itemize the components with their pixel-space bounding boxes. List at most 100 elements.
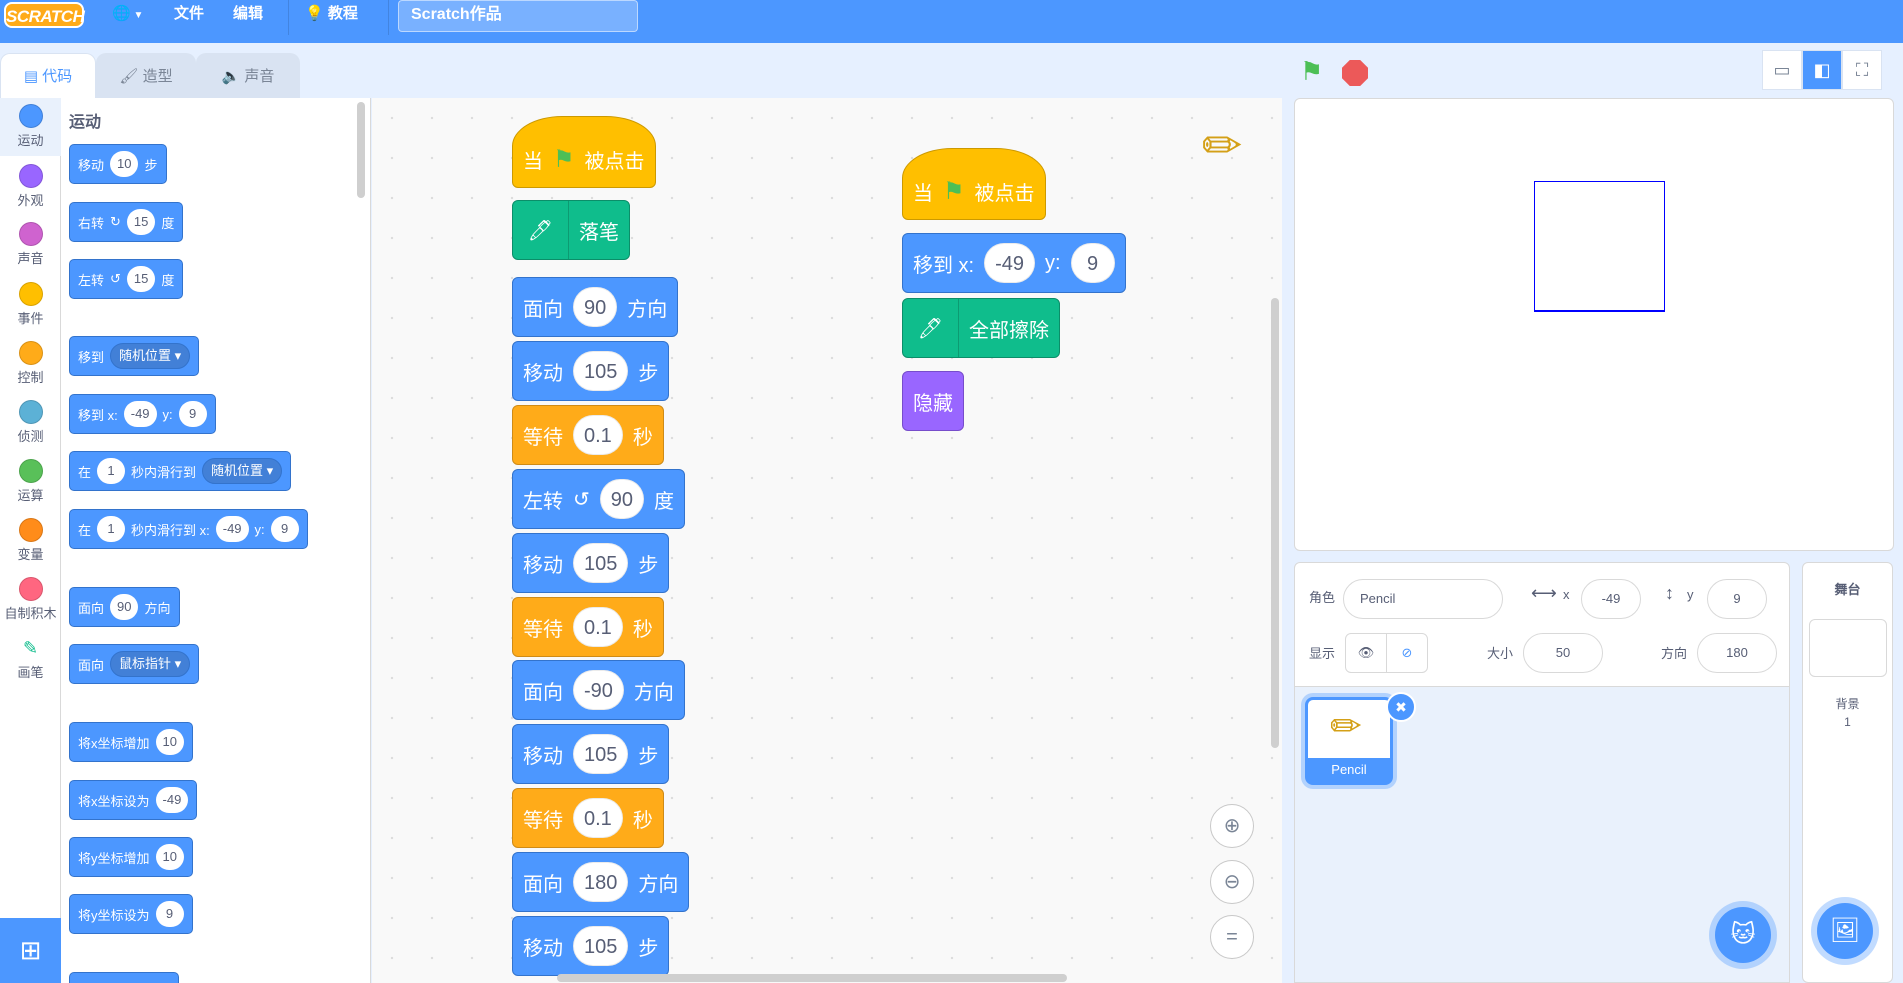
palette-glide-xy-block[interactable]: 在 1 秒内滑行到 x: -49 y: 9 <box>69 509 308 549</box>
when-flag-clicked-block[interactable]: 当 ⚑ 被点击 <box>902 148 1046 220</box>
category-motion[interactable]: 运动 <box>0 98 61 156</box>
fullscreen-button[interactable]: ⛶ <box>1842 50 1882 90</box>
turn-left-block[interactable]: 左转 ↺ 90 度 <box>512 469 686 529</box>
point-direction-block[interactable]: 面向 90 方向 <box>512 277 679 337</box>
direction-input[interactable]: 180 <box>1697 633 1777 673</box>
backdrop-thumbnail[interactable] <box>1809 619 1887 677</box>
palette-set-y-block[interactable]: 将y坐标设为 9 <box>69 894 193 934</box>
category-looks[interactable]: 外观 <box>0 158 61 216</box>
block-input[interactable]: 180 <box>573 862 629 902</box>
block-input[interactable]: 1 <box>97 458 126 484</box>
palette-glide-block[interactable]: 在 1 秒内滑行到 随机位置 ▾ <box>69 451 292 491</box>
palette-scrollbar[interactable] <box>357 102 365 198</box>
palette-change-y-block[interactable]: 将y坐标增加 10 <box>69 837 193 877</box>
stage-canvas[interactable] <box>1294 98 1894 551</box>
block-input[interactable]: 105 <box>573 926 629 966</box>
block-input[interactable]: 10 <box>155 729 184 755</box>
x-position-input[interactable]: -49 <box>1581 579 1641 619</box>
block-input[interactable]: 105 <box>573 351 629 391</box>
language-menu[interactable]: 🌐 ▼ <box>112 0 143 30</box>
wait-block[interactable]: 等待 0.1 秒 <box>512 788 664 848</box>
palette-goto-xy-block[interactable]: 移到 x: -49 y: 9 <box>69 394 216 434</box>
category-sensing[interactable]: 侦测 <box>0 394 61 452</box>
block-input[interactable]: 9 <box>1070 243 1115 283</box>
add-backdrop-button[interactable]: 🖼 <box>1817 903 1873 959</box>
workspace-horizontal-scrollbar[interactable] <box>557 974 1067 982</box>
palette-move-block[interactable]: 移动 10 步 <box>69 144 167 184</box>
edit-menu[interactable]: 编辑 <box>233 0 263 30</box>
green-flag-button[interactable]: ⚑ <box>1300 56 1323 87</box>
block-input[interactable]: -49 <box>984 243 1036 283</box>
scratch-logo[interactable]: SCRATCH <box>4 2 85 28</box>
block-input[interactable]: 0.1 <box>573 415 623 455</box>
block-input[interactable]: 9 <box>270 516 299 542</box>
move-steps-block[interactable]: 移动 105 步 <box>512 533 670 593</box>
block-input[interactable]: 0.1 <box>573 798 623 838</box>
category-events[interactable]: 事件 <box>0 276 61 334</box>
point-direction-block[interactable]: 面向 -90 方向 <box>512 660 685 720</box>
zoom-in-button[interactable]: ⊕ <box>1210 804 1254 848</box>
add-sprite-button[interactable]: 🐱 <box>1715 907 1771 963</box>
block-input[interactable]: 90 <box>110 594 139 620</box>
zoom-reset-button[interactable]: = <box>1210 915 1254 959</box>
category-my-blocks[interactable]: 自制积木 <box>0 571 61 629</box>
hide-sprite-button[interactable]: ⊘ <box>1386 633 1428 673</box>
block-input[interactable]: 10 <box>110 151 139 177</box>
large-stage-button[interactable]: ◧ <box>1802 50 1842 90</box>
block-input[interactable]: -90 <box>573 670 624 710</box>
block-input[interactable]: 90 <box>599 479 645 519</box>
category-variables[interactable]: 变量 <box>0 512 61 570</box>
block-input[interactable]: 9 <box>155 901 184 927</box>
point-direction-block[interactable]: 面向 180 方向 <box>512 852 690 912</box>
sprite-name-input[interactable]: Pencil <box>1343 579 1503 619</box>
block-dropdown[interactable]: 随机位置 ▾ <box>202 458 283 484</box>
block-input[interactable]: -49 <box>155 787 189 813</box>
block-input[interactable]: -49 <box>123 401 157 427</box>
workspace-vertical-scrollbar[interactable] <box>1271 298 1279 748</box>
block-input[interactable]: 9 <box>178 401 207 427</box>
category-pen[interactable]: ✎ 画笔 <box>0 630 61 688</box>
pen-down-block[interactable]: 🖊 落笔 <box>512 200 630 260</box>
file-menu[interactable]: 文件 <box>174 0 204 30</box>
small-stage-button[interactable]: ▭ <box>1762 50 1802 90</box>
move-steps-block[interactable]: 移动 105 步 <box>512 341 670 401</box>
block-input[interactable]: 0.1 <box>573 607 623 647</box>
block-input[interactable]: 15 <box>126 209 156 235</box>
project-title-input[interactable]: Scratch作品 <box>398 0 638 32</box>
wait-block[interactable]: 等待 0.1 秒 <box>512 597 664 657</box>
tab-sounds[interactable]: 🔈 声音 <box>196 53 300 98</box>
tab-code[interactable]: ▤ 代码 <box>0 53 96 98</box>
size-input[interactable]: 50 <box>1523 633 1603 673</box>
move-steps-block[interactable]: 移动 105 步 <box>512 916 670 976</box>
block-input[interactable]: 10 <box>155 844 184 870</box>
palette-turn-right-block[interactable]: 右转 ↻ 15 度 <box>69 202 184 242</box>
block-dropdown[interactable]: 鼠标指针 ▾ <box>110 651 191 677</box>
y-position-input[interactable]: 9 <box>1707 579 1767 619</box>
stage-selector-panel[interactable]: 舞台 背景 1 🖼 <box>1802 562 1893 983</box>
category-sound[interactable]: 声音 <box>0 216 61 274</box>
sprite-thumbnail[interactable]: ✏ Pencil ✖ <box>1305 692 1416 785</box>
category-control[interactable]: 控制 <box>0 335 61 393</box>
wait-block[interactable]: 等待 0.1 秒 <box>512 405 664 465</box>
block-input[interactable]: 1 <box>97 516 126 542</box>
add-extension-button[interactable]: ⊞ <box>0 918 61 983</box>
palette-point-direction-block[interactable]: 面向 90 方向 <box>69 587 180 627</box>
palette-turn-left-block[interactable]: 左转 ↺ 15 度 <box>69 259 184 299</box>
move-steps-block[interactable]: 移动 105 步 <box>512 724 670 784</box>
palette-set-x-block[interactable]: 将x坐标设为 -49 <box>69 780 198 820</box>
show-sprite-button[interactable]: 👁 <box>1345 633 1387 673</box>
pen-clear-block[interactable]: 🖊 全部擦除 <box>902 298 1060 358</box>
stop-button[interactable] <box>1342 60 1368 86</box>
palette-point-towards-block[interactable]: 面向 鼠标指针 ▾ <box>69 644 200 684</box>
block-input[interactable]: 90 <box>573 287 618 327</box>
tab-costumes[interactable]: 🖌 造型 <box>96 53 196 98</box>
block-input[interactable]: -49 <box>215 516 249 542</box>
palette-partial-block[interactable] <box>69 972 179 983</box>
goto-xy-block[interactable]: 移到 x: -49 y: 9 <box>902 233 1126 293</box>
tutorials-menu[interactable]: 💡 教程 <box>305 0 358 30</box>
category-operators[interactable]: 运算 <box>0 453 61 511</box>
block-input[interactable]: 105 <box>573 543 629 583</box>
block-input[interactable]: 105 <box>573 734 629 774</box>
delete-sprite-button[interactable]: ✖ <box>1386 692 1416 722</box>
block-input[interactable]: 15 <box>126 266 156 292</box>
